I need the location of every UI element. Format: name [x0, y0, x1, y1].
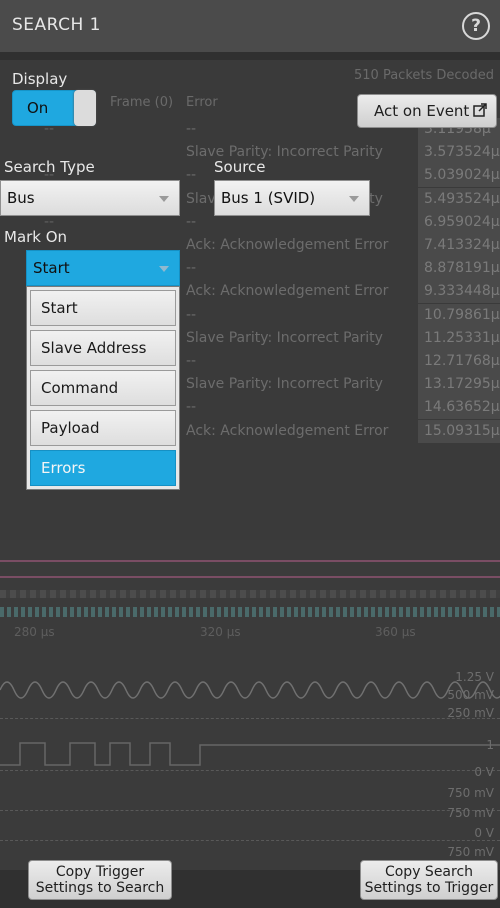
- bus-decode-bits: [0, 590, 500, 598]
- time-cell: 6.959024µ: [418, 210, 500, 234]
- scale-label: 1: [486, 738, 494, 752]
- source-value: Bus 1 (SVID): [221, 189, 316, 207]
- mark-on-label: Mark On: [4, 228, 68, 246]
- dialog-title: SEARCH 1: [12, 15, 101, 35]
- search-type-label: Search Type: [4, 158, 95, 176]
- error-cell: --: [186, 399, 197, 416]
- scale-label: 0 V: [474, 765, 494, 779]
- grid-line: [0, 810, 500, 811]
- mark-on-option-start[interactable]: Start: [30, 290, 176, 326]
- chevron-down-icon: [159, 196, 169, 202]
- copy-trigger-to-search-line1: Copy Trigger: [55, 864, 145, 880]
- help-icon[interactable]: ?: [462, 12, 490, 40]
- toggle-state-label: On: [27, 99, 49, 117]
- display-label: Display: [12, 70, 68, 88]
- error-cell: Slave Parity: Incorrect Parity: [186, 376, 383, 393]
- scale-label: 0 V: [474, 826, 494, 840]
- grid-line: [0, 840, 500, 841]
- external-link-icon: [473, 103, 487, 117]
- scale-label: 750 mV: [447, 786, 494, 800]
- scale-label: 250 mV: [447, 706, 494, 720]
- mark-on-option-command[interactable]: Command: [30, 370, 176, 406]
- mark-on-select[interactable]: Start: [26, 250, 180, 286]
- digital-waveform: [0, 742, 500, 766]
- error-cell: --: [186, 260, 197, 277]
- bus-decode-bits: [0, 607, 500, 617]
- mark-on-dropdown: Start Slave Address Command Payload Erro…: [26, 286, 180, 490]
- copy-trigger-to-search-line2: Settings to Search: [35, 880, 165, 896]
- error-column-header: Error: [186, 95, 218, 110]
- error-cell: Ack: Acknowledgement Error: [186, 237, 389, 253]
- error-cell: --: [186, 121, 197, 137]
- grid-line: [0, 718, 500, 719]
- time-axis-label: 280 µs: [14, 625, 55, 639]
- error-cell: --: [186, 167, 197, 184]
- chevron-down-icon: [349, 196, 359, 202]
- bus-trace: [0, 576, 500, 578]
- time-cell: 15.09315µ: [418, 419, 500, 443]
- search-type-select[interactable]: Bus: [0, 180, 180, 216]
- bus-trace: [0, 560, 500, 562]
- title-bar: SEARCH 1 ?: [0, 0, 500, 52]
- time-cell: 13.17295µ: [418, 373, 500, 397]
- time-cell: 7.413324µ: [418, 234, 500, 257]
- copy-trigger-to-search-button[interactable]: Copy Trigger Settings to Search: [28, 860, 172, 900]
- search-dialog: 510 Packets Decoded Frame (0) Error -- --…: [0, 0, 500, 908]
- copy-search-to-trigger-line2: Settings to Trigger: [364, 880, 494, 896]
- error-cell: --: [186, 213, 197, 230]
- time-cell: 3.573524µ: [418, 141, 500, 165]
- analog-waveform: [0, 681, 500, 699]
- time-cell: 12.71768µ: [418, 350, 500, 373]
- error-cell: Ack: Acknowledgement Error: [186, 283, 389, 300]
- copy-search-to-trigger-button[interactable]: Copy Search Settings to Trigger: [360, 860, 498, 900]
- toggle-knob[interactable]: [74, 90, 96, 126]
- copy-search-to-trigger-line1: Copy Search: [384, 864, 474, 880]
- error-cell: Slave Parity: Incorrect Parity: [186, 329, 383, 346]
- act-on-event-label: Act on Event: [374, 102, 470, 120]
- error-cell: Ack: Acknowledgement Error: [186, 422, 389, 439]
- act-on-event-button[interactable]: Act on Event: [357, 94, 497, 128]
- chevron-down-icon: [159, 266, 169, 272]
- error-cell: --: [186, 353, 197, 369]
- scale-label: 750 mV: [447, 845, 494, 859]
- time-axis-label: 320 µs: [200, 625, 241, 639]
- time-axis-label: 360 µs: [375, 625, 416, 639]
- source-select[interactable]: Bus 1 (SVID): [214, 180, 370, 216]
- time-cell: 9.333448µ: [418, 280, 500, 304]
- time-cell: 8.878191µ: [418, 257, 500, 281]
- source-label: Source: [214, 158, 266, 176]
- scale-label: 750 mV: [447, 806, 494, 820]
- mark-on-option-payload[interactable]: Payload: [30, 410, 176, 446]
- display-toggle[interactable]: On: [12, 90, 96, 126]
- grid-line: [0, 770, 500, 771]
- time-cell: 10.79861µ: [418, 303, 500, 327]
- search-type-value: Bus: [7, 189, 35, 207]
- time-cell: 5.493524µ: [418, 187, 500, 211]
- mark-on-value: Start: [33, 259, 70, 277]
- time-cell: 5.039024µ: [418, 164, 500, 188]
- time-cell: 14.63652µ: [418, 396, 500, 420]
- frame-column-header: Frame (0): [110, 95, 174, 110]
- mark-on-option-slave-address[interactable]: Slave Address: [30, 330, 176, 366]
- scale-label: 1.25 V: [455, 670, 494, 684]
- packets-decoded-status: 510 Packets Decoded: [354, 68, 494, 83]
- error-cell: --: [186, 306, 197, 323]
- time-cell: 11.25331µ: [418, 326, 500, 350]
- mark-on-option-errors[interactable]: Errors: [30, 450, 176, 486]
- scale-label: 500 mV: [447, 688, 494, 702]
